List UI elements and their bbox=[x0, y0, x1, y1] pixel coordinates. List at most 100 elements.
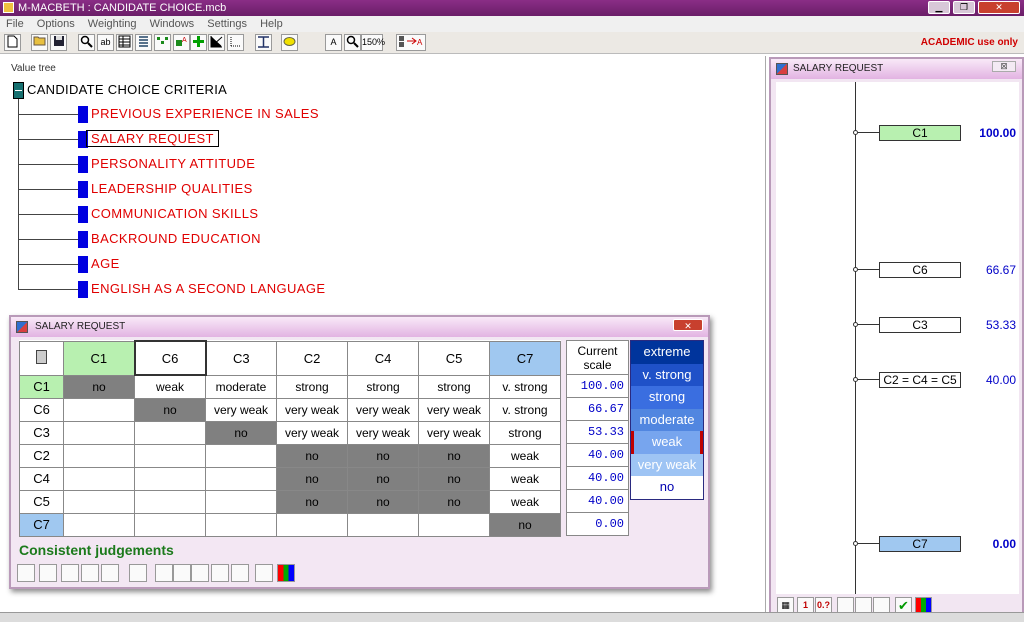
row-header[interactable]: C7 bbox=[19, 512, 64, 537]
matrix-cell[interactable]: very weak bbox=[418, 420, 490, 445]
category-moderate[interactable]: moderate bbox=[631, 408, 703, 431]
matrix-cell[interactable]: no bbox=[418, 443, 490, 468]
bulb-icon[interactable] bbox=[61, 564, 79, 582]
grid-dots-icon[interactable] bbox=[129, 564, 147, 582]
column-header[interactable]: C1 bbox=[63, 340, 135, 376]
menu-help[interactable]: Help bbox=[260, 18, 283, 30]
matrix-cell[interactable]: no bbox=[418, 466, 490, 491]
zoom-level[interactable]: 150% bbox=[361, 34, 385, 51]
matrix-cell[interactable]: very weak bbox=[276, 397, 348, 422]
matrix-cell[interactable]: no bbox=[489, 512, 561, 537]
row-header[interactable]: C5 bbox=[19, 489, 64, 514]
matrix-cell[interactable]: very weak bbox=[347, 420, 419, 445]
chart-axes-icon[interactable] bbox=[208, 34, 225, 51]
scale-window-titlebar[interactable]: SALARY REQUEST ⊠ bbox=[771, 59, 1022, 79]
matrix-cell[interactable]: strong bbox=[347, 374, 419, 399]
criterion-age[interactable]: AGE bbox=[91, 256, 120, 271]
menu-windows[interactable]: Windows bbox=[150, 18, 195, 30]
column-header[interactable]: C5 bbox=[418, 340, 490, 376]
close-button[interactable]: ✕ bbox=[978, 1, 1020, 14]
add-criterion-icon[interactable]: A bbox=[173, 34, 190, 51]
matrix-cell[interactable]: weak bbox=[489, 466, 561, 491]
plus-icon[interactable] bbox=[190, 34, 207, 51]
matrix-cell[interactable]: very weak bbox=[205, 397, 277, 422]
bulb-alt-icon[interactable] bbox=[81, 564, 99, 582]
magnify-tree-icon[interactable] bbox=[78, 34, 95, 51]
matrix-cell[interactable]: very weak bbox=[347, 397, 419, 422]
scale-close-button[interactable]: ⊠ bbox=[992, 61, 1016, 72]
tree-icon[interactable] bbox=[155, 564, 173, 582]
matrix-cell[interactable]: v. strong bbox=[489, 374, 561, 399]
matrix-cell[interactable]: weak bbox=[134, 374, 206, 399]
text-align-icon[interactable] bbox=[255, 34, 272, 51]
column-header[interactable]: C7 bbox=[489, 340, 561, 376]
category-very-weak[interactable]: very weak bbox=[631, 453, 703, 476]
row-header[interactable]: C6 bbox=[19, 397, 64, 422]
new-file-icon[interactable] bbox=[4, 34, 21, 51]
ok-grid-icon[interactable] bbox=[17, 564, 35, 582]
save-icon[interactable] bbox=[50, 34, 67, 51]
list-icon[interactable] bbox=[135, 34, 152, 51]
matrix-cell[interactable]: strong bbox=[276, 374, 348, 399]
matrix-corner[interactable] bbox=[19, 340, 64, 376]
category-no[interactable]: no bbox=[631, 476, 703, 499]
lemon-icon[interactable] bbox=[281, 34, 298, 51]
scale-point-c7[interactable]: C7 bbox=[879, 536, 961, 552]
matrix-cell[interactable]: moderate bbox=[205, 374, 277, 399]
matrix-window-titlebar[interactable]: SALARY REQUEST ✕ bbox=[11, 317, 708, 337]
scale-point-c6[interactable]: C6 bbox=[879, 262, 961, 278]
diff-icon[interactable] bbox=[231, 564, 249, 582]
criterion-english-second-language[interactable]: ENGLISH AS A SECOND LANGUAGE bbox=[91, 281, 325, 296]
interval-icon[interactable] bbox=[211, 564, 229, 582]
row-header[interactable]: C2 bbox=[19, 443, 64, 468]
grid-dots-icon[interactable] bbox=[227, 34, 244, 51]
menu-settings[interactable]: Settings bbox=[207, 18, 247, 30]
tree-root[interactable]: CANDIDATE CHOICE CRITERIA bbox=[27, 82, 227, 97]
color-palette-icon[interactable] bbox=[277, 564, 295, 582]
open-folder-icon[interactable] bbox=[31, 34, 48, 51]
scale-point-c1[interactable]: C1 bbox=[879, 125, 961, 141]
matrix-cell[interactable]: no bbox=[276, 466, 348, 491]
matrix-cell[interactable]: no bbox=[347, 443, 419, 468]
matrix-cell[interactable]: no bbox=[347, 489, 419, 514]
sort-icon[interactable]: ab bbox=[97, 34, 114, 51]
matrix-cell[interactable]: no bbox=[276, 489, 348, 514]
minimize-button[interactable]: ▁ bbox=[928, 1, 950, 14]
matrix-cell[interactable]: no bbox=[63, 374, 135, 399]
table-icon[interactable] bbox=[116, 34, 133, 51]
matrix-cell[interactable]: very weak bbox=[418, 397, 490, 422]
restore-button[interactable]: ❐ bbox=[953, 1, 975, 14]
list-icon[interactable] bbox=[173, 564, 191, 582]
matrix-cell[interactable]: no bbox=[347, 466, 419, 491]
matrix-cell[interactable]: very weak bbox=[276, 420, 348, 445]
matrix-cell[interactable]: no bbox=[205, 420, 277, 445]
column-header[interactable]: C3 bbox=[205, 340, 277, 376]
menu-file[interactable]: File bbox=[6, 18, 24, 30]
criterion-communication-skills[interactable]: COMMUNICATION SKILLS bbox=[91, 206, 258, 221]
matrix-cell[interactable]: no bbox=[276, 443, 348, 468]
category-weak[interactable]: weak bbox=[631, 431, 703, 454]
move-node-icon[interactable]: A bbox=[396, 34, 426, 51]
column-header[interactable]: C4 bbox=[347, 340, 419, 376]
category-v-strong[interactable]: v. strong bbox=[631, 363, 703, 386]
row-header[interactable]: C4 bbox=[19, 466, 64, 491]
matrix-close-button[interactable]: ✕ bbox=[673, 319, 703, 331]
criterion-background-education[interactable]: BACKROUND EDUCATION bbox=[91, 231, 261, 246]
menu-options[interactable]: Options bbox=[37, 18, 75, 30]
criterion-personality-attitude[interactable]: PERSONALITY ATTITUDE bbox=[91, 156, 255, 171]
zoom-icon[interactable] bbox=[344, 34, 361, 51]
tree-structure-icon[interactable] bbox=[154, 34, 171, 51]
matrix-cell[interactable]: weak bbox=[489, 443, 561, 468]
matrix-cell[interactable]: v. strong bbox=[489, 397, 561, 422]
scale-print-icon[interactable] bbox=[191, 564, 209, 582]
category-extreme[interactable]: extreme bbox=[631, 341, 703, 364]
menu-weighting[interactable]: Weighting bbox=[88, 18, 137, 30]
person-icon[interactable] bbox=[255, 564, 273, 582]
criterion-previous-experience[interactable]: PREVIOUS EXPERIENCE IN SALES bbox=[91, 106, 319, 121]
font-size-icon[interactable]: A bbox=[325, 34, 342, 51]
matrix-cell[interactable]: no bbox=[418, 489, 490, 514]
matrix-cell[interactable]: strong bbox=[418, 374, 490, 399]
scale-point-c2-c4-c5[interactable]: C2 = C4 = C5 bbox=[879, 372, 961, 388]
scale-point-c3[interactable]: C3 bbox=[879, 317, 961, 333]
criterion-salary-request[interactable]: SALARY REQUEST bbox=[86, 130, 219, 147]
